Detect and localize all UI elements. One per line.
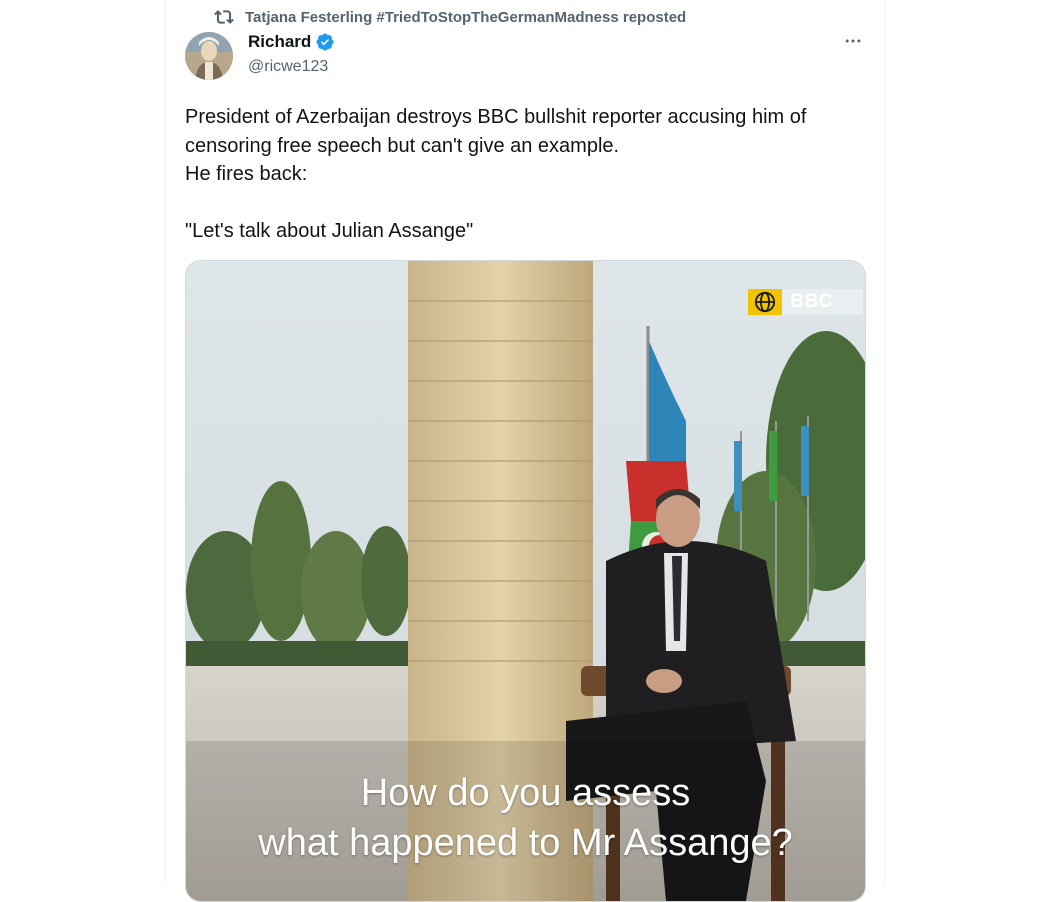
repost-verb: reposted bbox=[622, 8, 687, 26]
bbc-watermark-text: BBC bbox=[782, 289, 863, 315]
repost-icon bbox=[213, 6, 235, 28]
timeline-left-border bbox=[165, 0, 166, 884]
more-options-button[interactable] bbox=[838, 30, 868, 56]
author-handle[interactable]: @ricwe123 bbox=[248, 58, 328, 76]
video-caption-line: what happened to Mr Assange? bbox=[258, 822, 793, 864]
tweet-page: Tatjana Festerling #TriedToStopTheGerman… bbox=[0, 0, 1050, 902]
tweet-body: President of Azerbaijan destroys BBC bul… bbox=[185, 103, 865, 246]
author-name-row[interactable]: Richard bbox=[248, 32, 335, 52]
avatar[interactable] bbox=[185, 32, 233, 80]
timeline-right-border bbox=[884, 0, 885, 884]
tweet-text-line: He fires back: bbox=[185, 163, 308, 185]
more-horizontal-icon bbox=[843, 31, 863, 56]
video-media[interactable]: BBC How do you assess what happened to M… bbox=[185, 260, 866, 902]
globe-icon bbox=[748, 289, 783, 315]
tweet-text-line: "Let's talk about Julian Assange" bbox=[185, 220, 474, 242]
tweet-text-line: censoring free speech but can't give an … bbox=[185, 134, 620, 157]
video-caption-line: How do you assess bbox=[360, 772, 691, 814]
reposter-name[interactable]: Tatjana Festerling #TriedToStopTheGerman… bbox=[245, 9, 619, 26]
verified-badge-icon bbox=[315, 32, 335, 52]
bbc-watermark: BBC bbox=[748, 289, 863, 315]
repost-label[interactable]: Tatjana Festerling #TriedToStopTheGerman… bbox=[245, 9, 686, 26]
author-name[interactable]: Richard bbox=[248, 32, 311, 52]
tweet-text-line: President of Azerbaijan destroys BBC bul… bbox=[185, 106, 807, 128]
repost-context: Tatjana Festerling #TriedToStopTheGerman… bbox=[213, 6, 686, 28]
